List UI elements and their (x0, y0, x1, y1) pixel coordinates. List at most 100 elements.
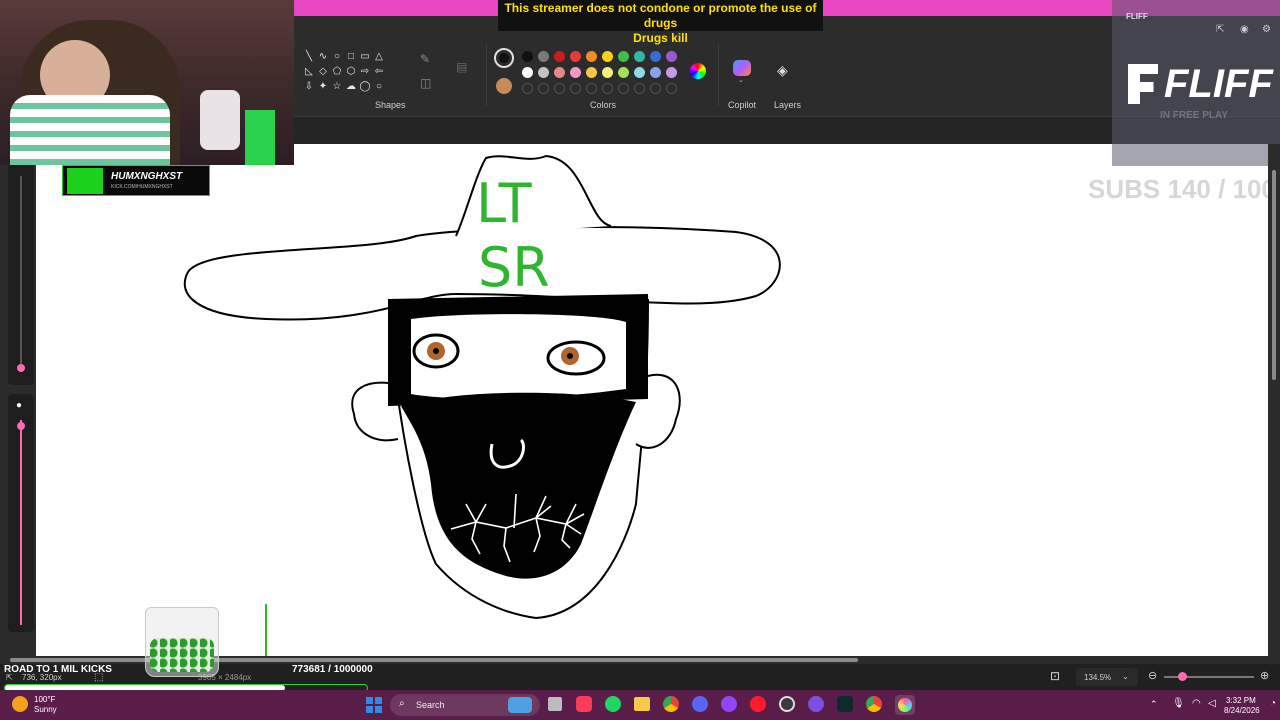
terminal-icon[interactable] (837, 696, 853, 712)
color-swatch[interactable] (586, 67, 597, 78)
color-swatch[interactable] (666, 51, 677, 62)
shape-tool-icon[interactable]: ☆ (330, 79, 344, 94)
taskbar-search[interactable]: ⌕ Search (390, 694, 540, 716)
color-swatch[interactable] (522, 67, 533, 78)
profile-icon[interactable]: ◉ (1240, 24, 1249, 35)
notification-bell-icon[interactable]: ◔ (1270, 698, 1276, 709)
custom-color-slot[interactable] (538, 83, 549, 94)
settings-icon[interactable]: ⚙ (1262, 24, 1271, 35)
shape-tool-icon[interactable]: ☁ (344, 79, 358, 94)
custom-color-slot[interactable] (618, 83, 629, 94)
zoom-in-icon[interactable]: ⊕ (1260, 669, 1269, 682)
edit-colors-icon[interactable] (690, 63, 706, 79)
shape-tool-icon[interactable]: ▭ (358, 49, 372, 64)
color-swatch[interactable] (650, 51, 661, 62)
shape-tool-icon[interactable]: ╲ (302, 49, 316, 64)
color-swatch[interactable] (554, 67, 565, 78)
shape-tool-icon[interactable]: ✦ (316, 79, 330, 94)
shape-tool-icon[interactable]: △ (372, 49, 386, 64)
app-icon[interactable] (808, 696, 824, 712)
color-swatch[interactable] (634, 67, 645, 78)
microphone-icon[interactable]: 🎙 (1172, 698, 1185, 709)
share-icon[interactable]: ⇱ (1216, 24, 1224, 35)
current-color-secondary[interactable] (496, 78, 512, 94)
shape-tool-icon[interactable]: ⇦ (372, 64, 386, 79)
music-app-icon[interactable] (576, 696, 592, 712)
color-swatch[interactable] (554, 51, 565, 62)
custom-color-slot[interactable] (650, 83, 661, 94)
shape-tool-icon[interactable]: ∿ (316, 49, 330, 64)
chevron-up-icon[interactable]: ⌃ (1150, 699, 1158, 710)
layers-label[interactable]: Layers (774, 100, 801, 110)
color-swatch[interactable] (586, 51, 597, 62)
chrome-icon[interactable] (866, 696, 882, 712)
twitch-icon[interactable] (721, 696, 737, 712)
layers-icon[interactable]: ◈ (777, 62, 788, 79)
slider-thumb[interactable] (17, 364, 25, 372)
weather-temp[interactable]: 100°F (34, 695, 55, 704)
drawing-canvas[interactable]: LT SR (36, 144, 1268, 656)
fill-icon[interactable]: ◫ (420, 76, 436, 92)
clock-date[interactable]: 8/24/2026 (1224, 706, 1260, 715)
custom-color-slot[interactable] (586, 83, 597, 94)
zoom-slider-thumb[interactable] (1178, 672, 1187, 681)
discord-icon[interactable] (692, 696, 708, 712)
custom-color-slot[interactable] (602, 83, 613, 94)
color-palette[interactable] (520, 49, 680, 97)
color-swatch[interactable] (538, 51, 549, 62)
file-explorer-icon[interactable] (634, 697, 650, 711)
outline-icon[interactable]: ✎ (420, 52, 436, 68)
color-swatch[interactable] (570, 67, 581, 78)
shape-tool-icon[interactable] (386, 49, 400, 64)
chevron-down-icon[interactable]: ⌄ (738, 76, 744, 84)
spotify-icon[interactable] (605, 696, 621, 712)
zoom-out-icon[interactable]: ⊖ (1148, 669, 1157, 682)
shape-tool-icon[interactable]: ⬠ (330, 64, 344, 79)
shape-expand-icon[interactable]: ▤ (456, 60, 472, 76)
color-swatch[interactable] (602, 51, 613, 62)
task-view-icon[interactable] (548, 697, 562, 711)
opacity-thumb[interactable] (17, 422, 25, 430)
shape-tool-icon[interactable]: □ (344, 49, 358, 64)
copilot-icon[interactable] (733, 60, 751, 76)
color-swatch[interactable] (618, 51, 629, 62)
zoom-select[interactable]: 134.5% ⌄ (1076, 668, 1138, 686)
clock-time[interactable]: 3:32 PM (1226, 696, 1256, 705)
weather-desc[interactable]: Sunny (34, 705, 57, 714)
opera-icon[interactable] (750, 696, 766, 712)
shape-tool-icon[interactable]: ○ (372, 79, 386, 94)
color-swatch[interactable] (618, 67, 629, 78)
custom-color-slot[interactable] (570, 83, 581, 94)
shape-tool-icon[interactable]: ⇨ (358, 64, 372, 79)
weather-sun-icon[interactable] (12, 696, 28, 712)
custom-color-slot[interactable] (666, 83, 677, 94)
custom-color-slot[interactable] (634, 83, 645, 94)
color-swatch[interactable] (650, 67, 661, 78)
shape-tool-icon[interactable] (386, 64, 400, 79)
shape-tool-icon[interactable]: ⬡ (344, 64, 358, 79)
shapes-gallery[interactable]: ╲ ∿ ○ □ ▭ △ ◺ ◇ ⬠ ⬡ ⇨ ⇦ ⇩ ✦ ☆ ☁ ◯ ○ (302, 49, 402, 95)
vertical-scrollbar[interactable] (1268, 144, 1280, 656)
color-swatch[interactable] (522, 51, 533, 62)
wifi-icon[interactable]: ◠ (1192, 698, 1201, 709)
chrome-icon[interactable] (663, 696, 679, 712)
paint-taskbar-icon[interactable] (895, 695, 915, 715)
color-swatch[interactable] (538, 67, 549, 78)
custom-color-slot[interactable] (522, 83, 533, 94)
shape-tool-icon[interactable]: ◇ (316, 64, 330, 79)
windows-start-icon[interactable] (366, 697, 382, 713)
shape-tool-icon[interactable]: ○ (330, 49, 344, 64)
current-color-primary[interactable] (494, 48, 514, 68)
shape-tool-icon[interactable]: ◺ (302, 64, 316, 79)
color-swatch[interactable] (602, 67, 613, 78)
fit-to-window-icon[interactable]: ⊡ (1050, 669, 1060, 683)
shape-tool-icon[interactable]: ◯ (358, 79, 372, 94)
custom-color-slot[interactable] (554, 83, 565, 94)
volume-icon[interactable]: ◁ (1208, 698, 1216, 709)
shape-tool-icon[interactable] (386, 79, 400, 94)
obs-icon[interactable] (779, 696, 795, 712)
color-swatch[interactable] (570, 51, 581, 62)
shape-tool-icon[interactable]: ⇩ (302, 79, 316, 94)
color-swatch[interactable] (634, 51, 645, 62)
color-swatch[interactable] (666, 67, 677, 78)
